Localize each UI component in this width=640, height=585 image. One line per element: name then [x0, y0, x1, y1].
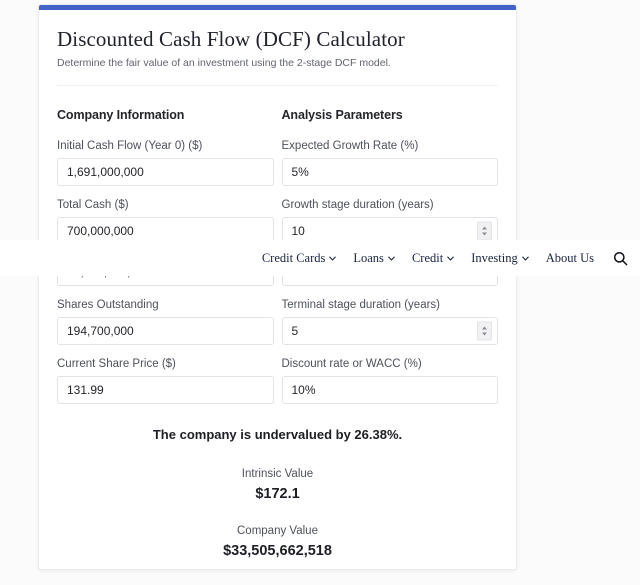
nav-item-credit[interactable]: Credit: [411, 250, 455, 266]
chevron-down-icon: [447, 255, 455, 261]
card-accent-bar: [39, 5, 516, 10]
magnifier-glyph: [613, 251, 628, 265]
header-divider: [57, 85, 498, 86]
intrinsic-value-label: Intrinsic Value: [241, 468, 314, 480]
valuation-headline: The company is undervalued by 26.38%.: [152, 427, 403, 442]
field-initial-cash-flow: Initial Cash Flow (Year 0) ($) 1,691,000…: [57, 140, 274, 186]
field-current-share-price: Current Share Price ($) 131.99: [57, 358, 274, 404]
field-growth-stage-duration: Growth stage duration (years) 10: [281, 199, 498, 245]
intrinsic-value-amount: $172.1: [255, 486, 300, 502]
nav-item-about-us[interactable]: About Us: [546, 251, 594, 266]
stepper-arrows-icon: [482, 326, 487, 336]
results-section: The company is undervalued by 26.38%. In…: [57, 417, 498, 559]
nav-item-investing[interactable]: Investing: [471, 251, 529, 266]
field-label: Initial Cash Flow (Year 0) ($): [57, 140, 203, 152]
field-label: Shares Outstanding: [57, 299, 159, 311]
field-total-cash: Total Cash ($) 700,000,000: [57, 199, 274, 245]
input-value: 10: [291, 224, 305, 238]
field-terminal-stage-duration: Terminal stage duration (years) 5: [281, 299, 498, 345]
field-discount-rate: Discount rate or WACC (%) 10%: [281, 358, 498, 404]
nav-item-credit-cards[interactable]: Credit Cards: [262, 251, 337, 266]
field-label: Terminal stage duration (years): [281, 299, 441, 311]
field-label: Expected Growth Rate (%): [281, 140, 419, 152]
section-heading-company-information: Company Information: [57, 108, 185, 122]
nav-item-label: Credit: [411, 250, 444, 265]
expected-growth-rate-input[interactable]: 5%: [281, 158, 498, 186]
number-stepper-icon[interactable]: [477, 321, 492, 341]
input-value: 5: [291, 324, 299, 338]
chevron-down-icon: [521, 255, 529, 261]
current-share-price-input[interactable]: 131.99: [57, 376, 274, 404]
company-value-label: Company Value: [237, 525, 318, 537]
initial-cash-flow-input[interactable]: 1,691,000,000: [57, 158, 274, 186]
section-heading-analysis-parameters: Analysis Parameters: [281, 108, 403, 122]
page-subtitle: Determine the fair value of an investmen…: [57, 57, 391, 69]
chevron-down-icon: [388, 255, 395, 261]
shares-outstanding-input[interactable]: 194,700,000: [57, 317, 274, 345]
number-stepper-icon[interactable]: [477, 221, 492, 241]
nav-item-label: About Us: [545, 250, 594, 265]
nav-item-label: Credit Cards: [261, 250, 326, 265]
stepper-arrows-icon: [482, 226, 487, 236]
field-label: Current Share Price ($): [57, 358, 176, 370]
nav-item-label: Investing: [471, 250, 518, 265]
field-label: Total Cash ($): [57, 199, 129, 211]
page-title: Discounted Cash Flow (DCF) Calculator: [57, 27, 405, 51]
company-value-amount: $33,505,662,518: [223, 543, 332, 559]
dcf-calculator-card: Discounted Cash Flow (DCF) Calculator De…: [38, 4, 517, 570]
nav-item-loans[interactable]: Loans: [353, 251, 395, 266]
field-label: Discount rate or WACC (%): [281, 358, 422, 370]
terminal-stage-duration-input[interactable]: 5: [281, 317, 498, 345]
field-shares-outstanding: Shares Outstanding 194,700,000: [57, 299, 274, 345]
field-label: Growth stage duration (years): [281, 199, 434, 211]
card-content: Discounted Cash Flow (DCF) Calculator De…: [39, 5, 516, 559]
field-expected-growth-rate: Expected Growth Rate (%) 5%: [281, 140, 498, 186]
nav-item-label: Loans: [353, 250, 384, 265]
search-icon[interactable]: [613, 251, 628, 266]
site-navigation-bar: Credit Cards Loans Credit Investing Abou…: [0, 240, 640, 276]
chevron-down-icon: [329, 255, 337, 261]
discount-rate-input[interactable]: 10%: [281, 376, 498, 404]
